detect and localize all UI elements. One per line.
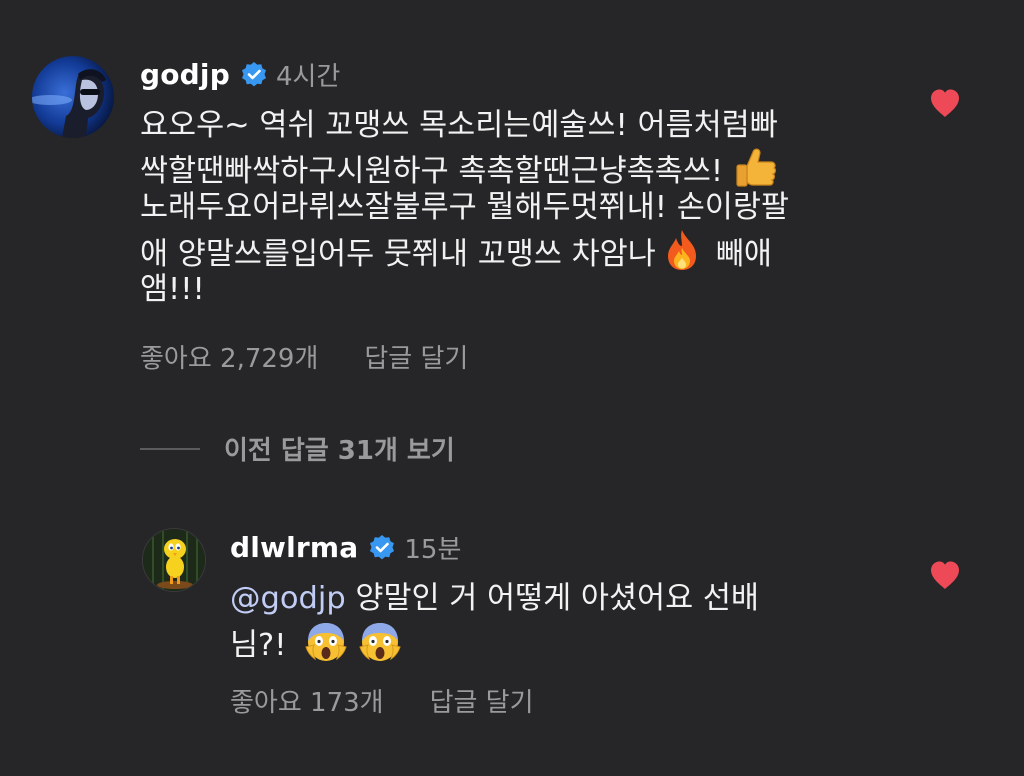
comment-text: @godjp 양말인 거 어떻게 아셨어요 선배 님?! [230,578,759,663]
comment-line: 빼애 [715,237,772,272]
verified-badge-icon [240,61,268,89]
comment-line: 애 양말쓰를입어두 뭇쮜내 꼬맹쓰 차암나 [140,237,656,272]
view-previous-replies[interactable]: 이전 답글 31개 보기 [140,430,455,467]
timestamp: 4시간 [275,62,341,92]
mention-link[interactable]: @godjp [230,581,346,616]
comment-line: 님?! [230,628,287,663]
fire-icon [662,228,702,283]
avatar-image [32,56,114,138]
comment-actions: 좋아요 2,729개 답글 달기 [140,338,468,375]
reply-button[interactable]: 답글 달기 [430,682,534,719]
avatar-dlwlrma[interactable] [142,528,206,592]
comment-line-with-emoji: 애 양말쓰를입어두 뭇쮜내 꼬맹쓰 차암나 빼애 [140,228,789,272]
comment-line-with-emoji: 싹할땐빠싹하구시원하구 촉촉할땐근냥촉촉쓰! [140,146,789,189]
reply-button[interactable]: 답글 달기 [364,338,468,375]
comment-header: godjp 4시간 [140,56,340,93]
divider [140,447,200,450]
likes-count[interactable]: 좋아요 173개 [230,682,384,719]
verified-badge-icon [368,534,396,562]
face-screaming-in-fear-icon [304,619,348,674]
username[interactable]: godjp [140,58,230,91]
avatar-image [143,529,205,591]
face-screaming-in-fear-icon [358,619,402,674]
username[interactable]: dlwlrma [230,531,358,564]
timestamp: 15분 [404,535,462,565]
like-heart-icon[interactable] [929,560,961,590]
comment-header: dlwlrma 15분 [230,529,461,566]
comment-line-with-mention: @godjp 양말인 거 어떻게 아셨어요 선배 [230,578,759,619]
comment-line: 요오우~ 역쉬 꼬맹쓰 목소리는예술쓰! 어름처럼빠 [140,108,778,143]
view-previous-replies-label: 이전 답글 31개 보기 [224,436,455,466]
like-heart-icon[interactable] [929,88,961,118]
comment-actions: 좋아요 173개 답글 달기 [230,682,534,719]
likes-count[interactable]: 좋아요 2,729개 [140,338,318,375]
comment-line: 양말인 거 어떻게 아셨어요 선배 [355,581,759,616]
comment-line: 싹할땐빠싹하구시원하구 촉촉할땐근냥촉촉쓰! [140,154,724,189]
comment-text: 요오우~ 역쉬 꼬맹쓰 목소리는예술쓰! 어름처럼빠 싹할땐빠싹하구시원하구 촉… [140,105,789,310]
avatar-godjp[interactable] [32,56,114,138]
comment-line: 노래두요어라뤼쓰잘불루구 뭘해두멋쮜내! 손이랑팔 [140,190,789,225]
comment-godjp: godjp 4시간 요오우~ 역쉬 꼬맹쓰 목소리는예술쓰! 어름처럼빠 싹할땐… [0,0,1024,400]
comment-dlwlrma: dlwlrma 15분 @godjp 양말인 거 어떻게 아셨어요 선배 님?! [0,500,1024,760]
comment-line-with-emoji: 님?! [230,619,759,663]
